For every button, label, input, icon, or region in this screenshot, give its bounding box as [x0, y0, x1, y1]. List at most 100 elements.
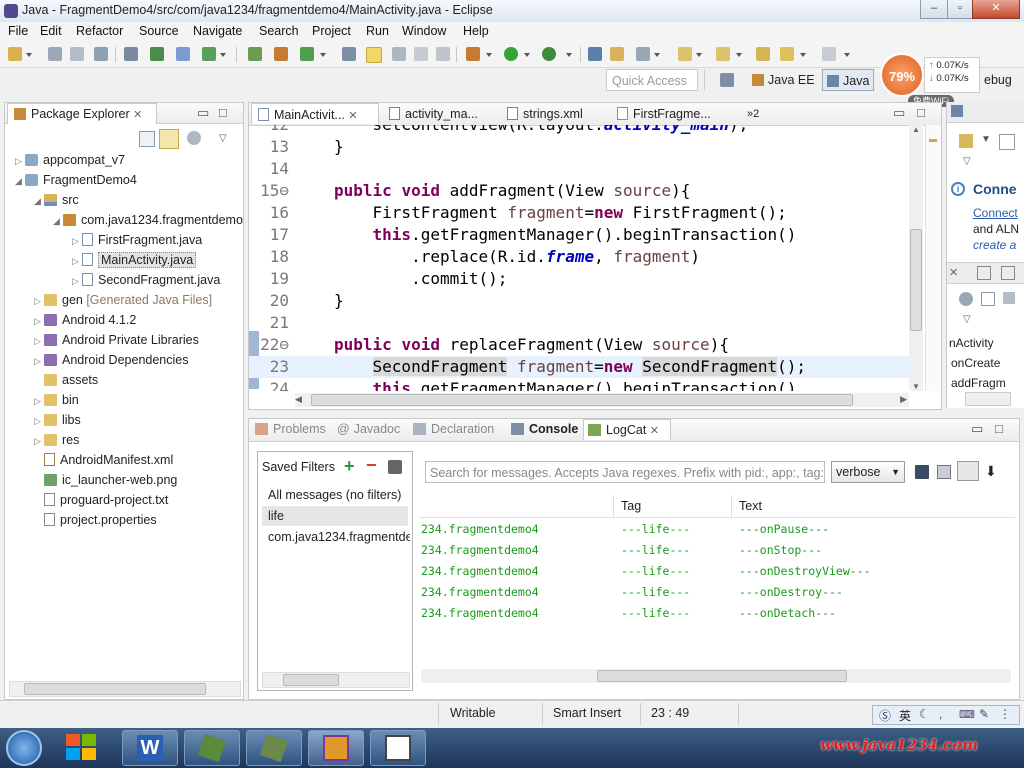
close-icon[interactable]: ✕: [348, 110, 357, 122]
code-line[interactable]: 16 FirstFragment fragment=new FirstFragm…: [249, 202, 909, 224]
collapsed-arrow-icon[interactable]: ▷: [34, 431, 44, 451]
pen-icon[interactable]: [636, 47, 650, 61]
log-level-select[interactable]: verbose ▼: [831, 461, 905, 483]
code-line[interactable]: 18 .replace(R.id.frame, fragment): [249, 246, 909, 268]
tree-item[interactable]: ▷ bin: [5, 390, 243, 410]
connect-link[interactable]: Connect: [973, 206, 1018, 220]
save-log-icon[interactable]: [915, 465, 929, 479]
chevron-down-icon[interactable]: [696, 53, 702, 57]
tree-item[interactable]: ▷ appcompat_v7: [5, 150, 243, 170]
outline-item-addfragment[interactable]: addFragm: [951, 376, 1006, 390]
close-icon[interactable]: ✕: [650, 425, 659, 437]
tab-activity-main[interactable]: activity_ma...: [389, 103, 478, 125]
code-line[interactable]: 17 this.getFragmentManager().beginTransa…: [249, 224, 909, 246]
punctuation-icon[interactable]: ,: [939, 707, 942, 721]
scrollbar-thumb[interactable]: [283, 674, 339, 686]
task-list-icon[interactable]: [951, 105, 963, 117]
menu-edit[interactable]: Edit: [40, 24, 62, 38]
logcat-horizontal-scrollbar[interactable]: [421, 669, 1011, 683]
tree-item[interactable]: ic_launcher-web.png: [5, 470, 243, 490]
collapsed-arrow-icon[interactable]: ▷: [34, 291, 44, 311]
minimize-icon[interactable]: ▭: [197, 105, 209, 121]
save-all-icon[interactable]: [70, 47, 84, 61]
close-icon[interactable]: ✕: [133, 109, 142, 121]
highlight-icon[interactable]: [366, 47, 382, 63]
new-icon[interactable]: [8, 47, 22, 61]
log-row[interactable]: 234.fragmentdemo4 ---life--- ---onStop---: [421, 540, 1011, 561]
code-area[interactable]: 12 setContentView(R.layout.activity_main…: [249, 125, 909, 391]
close-button[interactable]: ✕: [972, 0, 1020, 19]
chevron-down-icon[interactable]: ▼: [981, 134, 991, 145]
collapsed-arrow-icon[interactable]: ▷: [72, 271, 82, 291]
collapsed-arrow-icon[interactable]: ▷: [34, 411, 44, 431]
debug-icon[interactable]: [342, 47, 356, 61]
taskbar-word[interactable]: W: [122, 730, 178, 766]
format-icon[interactable]: [392, 47, 406, 61]
keyboard-icon[interactable]: ⌨: [959, 708, 975, 721]
chevron-down-icon[interactable]: [26, 53, 32, 57]
sort-icon[interactable]: [1003, 292, 1015, 304]
minimize-icon[interactable]: [977, 266, 991, 280]
tree-item[interactable]: proguard-project.txt: [5, 490, 243, 510]
tree-item[interactable]: assets: [5, 370, 243, 390]
view-menu-icon[interactable]: ▽: [963, 156, 971, 167]
collapsed-arrow-icon[interactable]: ▷: [34, 351, 44, 371]
code-line[interactable]: 14: [249, 158, 909, 180]
perspective-java-ee[interactable]: Java EE: [748, 69, 819, 91]
ime-language[interactable]: 英: [899, 707, 911, 724]
maximize-button[interactable]: ▫: [947, 0, 973, 19]
view-menu-icon[interactable]: ▽: [963, 314, 971, 325]
tab-logcat[interactable]: LogCat ✕: [583, 419, 671, 440]
ime-toolbar[interactable]: Ⓢ 英 ☾ , ⌨ ✎ ⋮: [872, 705, 1020, 725]
scroll-up-icon[interactable]: ▲: [909, 125, 923, 134]
wizard-icon[interactable]: [274, 47, 288, 61]
column-header-text[interactable]: Text: [739, 495, 762, 517]
minimize-button[interactable]: –: [920, 0, 948, 19]
tree-item[interactable]: ▷ MainActivity.java: [5, 250, 243, 270]
editor-vertical-scrollbar[interactable]: ▲ ▼: [909, 125, 923, 391]
menu-window[interactable]: Window: [402, 24, 446, 38]
tab-main-activity[interactable]: MainActivit... ✕: [251, 103, 379, 124]
log-row[interactable]: 234.fragmentdemo4 ---life--- ---onDetach--…: [421, 603, 1011, 624]
collapsed-arrow-icon[interactable]: ▷: [34, 391, 44, 411]
chevron-down-icon[interactable]: [486, 53, 492, 57]
tab-first-fragment[interactable]: FirstFragme...: [617, 103, 711, 125]
tree-item[interactable]: ◢ com.java1234.fragmentdemo4: [5, 210, 243, 230]
menu-help[interactable]: Help: [463, 24, 489, 38]
tab-javadoc[interactable]: @ Javadoc: [337, 419, 400, 439]
moon-icon[interactable]: ☾: [919, 707, 930, 721]
bug-icon[interactable]: [466, 47, 480, 61]
new-task-icon[interactable]: [959, 134, 973, 148]
log-row[interactable]: 234.fragmentdemo4 ---life--- ---onDestroyV…: [421, 561, 1011, 582]
tree-item[interactable]: ▷ FirstFragment.java: [5, 230, 243, 250]
column-header-tag[interactable]: Tag: [621, 495, 641, 517]
perspective-java[interactable]: Java: [822, 69, 875, 91]
quick-access-input[interactable]: Quick Access: [606, 69, 698, 91]
net-speed-widget[interactable]: 79% ↑ 0.07K/s ↓ 0.07K/s 免费WiFi: [880, 53, 1024, 107]
collapsed-arrow-icon[interactable]: ▷: [15, 151, 25, 171]
run-icon[interactable]: [504, 47, 518, 61]
filter-package[interactable]: com.java1234.fragmentdemo4: [268, 530, 410, 544]
add-filter-icon[interactable]: +: [344, 456, 355, 477]
chevron-down-icon[interactable]: [736, 53, 742, 57]
scroll-right-icon[interactable]: ▶: [900, 394, 907, 405]
more-tabs[interactable]: »2: [747, 103, 759, 125]
view-menu-icon[interactable]: ▽: [219, 133, 227, 144]
menu-source[interactable]: Source: [139, 24, 179, 38]
log-row[interactable]: 234.fragmentdemo4 ---life--- ---onPause---: [421, 519, 1011, 540]
outline-item-activity[interactable]: nActivity: [949, 336, 994, 350]
collapsed-arrow-icon[interactable]: ▷: [34, 311, 44, 331]
android-icon[interactable]: [248, 47, 262, 61]
code-line[interactable]: 21: [249, 312, 909, 334]
start-button[interactable]: [6, 730, 42, 766]
menu-run[interactable]: Run: [366, 24, 389, 38]
tree-item[interactable]: ▷ Android Dependencies: [5, 350, 243, 370]
run-external-icon[interactable]: [542, 47, 556, 61]
expanded-arrow-icon[interactable]: ◢: [34, 191, 44, 211]
tab-strings-xml[interactable]: strings.xml: [507, 103, 583, 125]
menu-project[interactable]: Project: [312, 24, 351, 38]
taskbar-app-2[interactable]: [184, 730, 240, 766]
editor-horizontal-scrollbar[interactable]: ◀ ▶: [295, 393, 909, 407]
open-folder-icon[interactable]: [610, 47, 624, 61]
scrollbar-thumb[interactable]: [597, 670, 847, 682]
